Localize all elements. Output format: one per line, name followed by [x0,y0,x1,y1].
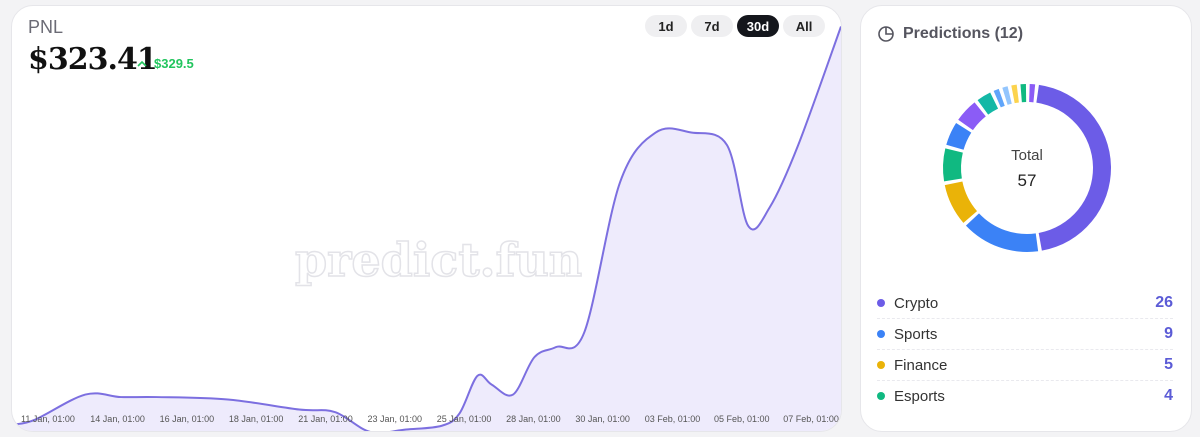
pnl-change: $329.5 [136,56,194,71]
x-tick-label: 07 Feb, 01:00 [783,414,839,424]
x-tick-label: 25 Jan, 01:00 [437,414,492,424]
legend-count: 4 [1164,387,1173,404]
legend-dot-icon [877,330,885,338]
donut-segment[interactable] [965,213,1039,252]
x-tick-label: 05 Feb, 01:00 [714,414,770,424]
legend-label: Esports [894,387,945,405]
x-tick-label: 16 Jan, 01:00 [160,414,215,424]
predictions-title: Predictions (12) [903,25,1024,42]
range-7d-button[interactable]: 7d [691,15,733,37]
legend-label: Sports [894,325,938,343]
time-range-selector: 1d 7d 30d All [645,15,825,37]
pnl-area-fill [14,26,841,431]
pnl-card: predict.fun 11 Jan, 01:00 14 Jan, 01:00 16 … [11,5,842,432]
x-tick-label: 23 Jan, 01:00 [368,414,423,424]
pnl-change-value: $329.5 [154,56,194,71]
legend-dot-icon [877,361,885,369]
legend-count: 5 [1164,356,1173,373]
legend-dot-icon [877,299,885,307]
range-1d-button[interactable]: 1d [645,15,687,37]
x-tick-label: 03 Feb, 01:00 [645,414,701,424]
donut-total-value: 57 [1017,171,1037,190]
donut-segment[interactable] [958,102,986,131]
legend-dot-icon [877,392,885,400]
predictions-header: Predictions (12) [877,25,1023,43]
watermark-text: predict.fun [295,233,582,287]
legend-item-finance[interactable]: Finance 5 [877,350,1173,381]
legend-item-crypto[interactable]: Crypto 26 [877,288,1173,319]
range-all-button[interactable]: All [783,15,825,37]
predictions-donut [943,84,1111,252]
legend-count: 9 [1164,325,1173,342]
donut-segment[interactable] [946,122,972,150]
legend-label: Finance [894,356,948,374]
x-tick-label: 21 Jan, 01:00 [298,414,353,424]
x-tick-label: 30 Jan, 01:00 [575,414,630,424]
donut-segment[interactable] [1011,84,1019,104]
donut-segment[interactable] [1002,86,1012,105]
chevron-up-icon [137,60,147,67]
legend-count: 26 [1155,294,1173,311]
donut-segment[interactable] [1029,84,1036,103]
legend-label: Crypto [894,294,939,312]
legend-item-esports[interactable]: Esports 4 [877,381,1173,411]
pie-chart-icon [878,26,894,42]
x-tick-label: 28 Jan, 01:00 [506,414,561,424]
donut-segment[interactable] [1036,84,1111,251]
pnl-label: PNL [28,17,64,37]
donut-total-label: Total [1011,147,1043,164]
x-tick-label: 18 Jan, 01:00 [229,414,284,424]
predictions-card: Predictions (12) Total 57 Crypto 26 Sports… [860,5,1192,432]
x-tick-label: 11 Jan, 01:00 [21,414,75,424]
predictions-legend: Crypto 26 Sports 9 Finance 5 Esports 4 [877,288,1173,411]
donut-segment[interactable] [1020,84,1027,103]
legend-item-sports[interactable]: Sports 9 [877,319,1173,350]
x-tick-label: 14 Jan, 01:00 [90,414,145,424]
range-30d-button[interactable]: 30d [737,15,779,37]
